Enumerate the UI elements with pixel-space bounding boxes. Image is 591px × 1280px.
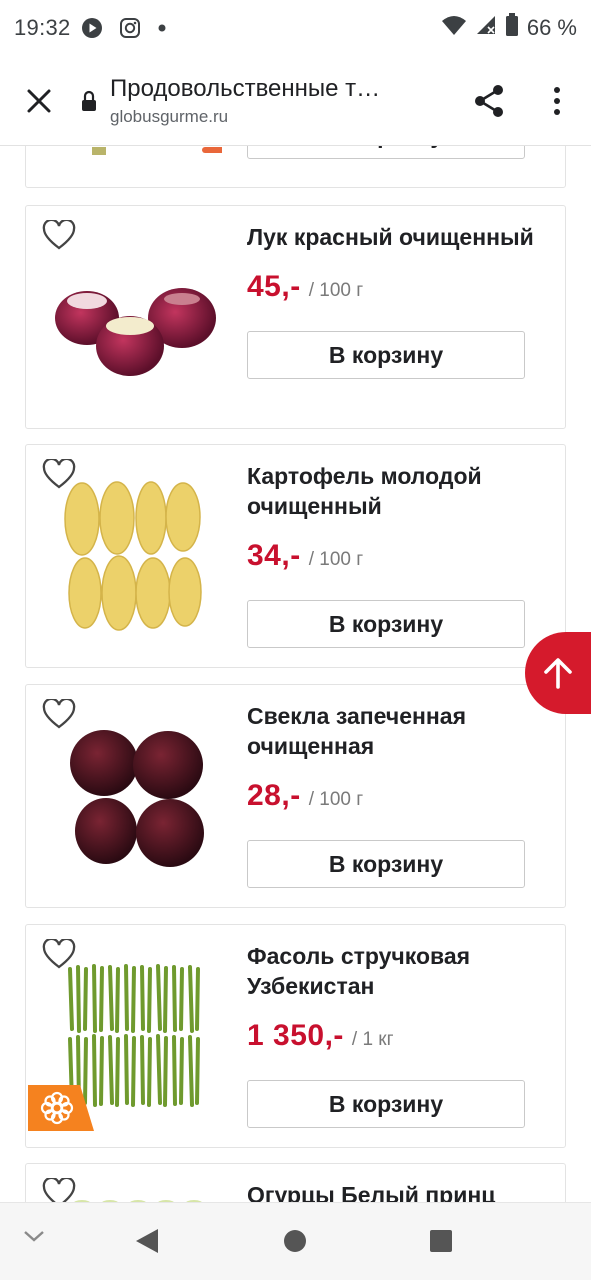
- product-card: Свекла запеченная очищенная 28,- / 100 г…: [25, 684, 566, 908]
- product-image-baked-beet: [52, 725, 222, 875]
- menu-button[interactable]: [523, 56, 591, 146]
- close-icon: [27, 89, 51, 112]
- recents-square-icon: [430, 1230, 452, 1252]
- notification-dot-icon: [157, 23, 167, 33]
- page-domain: globusgurme.ru: [110, 106, 229, 126]
- product-name[interactable]: Огурцы Белый принц: [247, 1180, 557, 1202]
- product-list: В корзину Лук красный очищенный 45,- / 1…: [0, 146, 591, 1202]
- home-circle-icon: [284, 1230, 306, 1252]
- close-tab-button[interactable]: [0, 56, 78, 146]
- price-unit: / 100 г: [308, 789, 364, 810]
- lock-icon: [78, 90, 100, 112]
- product-card: Фасоль стручковая Узбекистан 1 350,- / 1…: [25, 924, 566, 1148]
- product-badge: [28, 1085, 94, 1131]
- product-image: [52, 147, 230, 185]
- instagram-icon: [119, 17, 141, 39]
- product-price: 1 350,-: [247, 1019, 344, 1052]
- share-button[interactable]: [455, 56, 523, 146]
- chevron-down-icon: [24, 1231, 44, 1242]
- status-bar: 19:32 66 %: [0, 0, 591, 56]
- battery-icon: [505, 13, 519, 43]
- price-unit: / 100 г: [308, 549, 364, 570]
- share-icon: [475, 84, 503, 117]
- system-nav-bar: [0, 1202, 591, 1280]
- product-price: 28,-: [247, 779, 301, 812]
- product-card-partial-top: В корзину: [25, 146, 566, 188]
- battery-percent: 66 %: [526, 15, 577, 40]
- page-title: Продовольственные т…: [110, 74, 381, 102]
- price-row: 28,- / 100 г: [247, 779, 363, 813]
- product-card-partial-bottom: Огурцы Белый принц: [25, 1163, 566, 1202]
- more-vert-icon: [554, 86, 560, 115]
- wifi-icon: [441, 14, 467, 42]
- back-button[interactable]: [134, 1227, 160, 1255]
- browser-toolbar: Продовольственные т… globusgurme.ru: [0, 56, 591, 146]
- favorite-button[interactable]: [42, 218, 76, 250]
- play-icon: [81, 17, 103, 39]
- price-row: 34,- / 100 г: [247, 539, 363, 573]
- product-name[interactable]: Картофель молодой очищенный: [247, 461, 557, 521]
- price-row: 45,- / 100 г: [247, 270, 363, 304]
- product-name[interactable]: Свекла запеченная очищенная: [247, 701, 557, 761]
- heart-icon: [42, 218, 76, 250]
- product-price: 45,-: [247, 270, 301, 303]
- add-to-cart-button[interactable]: В корзину: [247, 331, 525, 379]
- url-bar[interactable]: Продовольственные т… globusgurme.ru: [110, 75, 455, 127]
- recents-button[interactable]: [429, 1229, 453, 1253]
- add-to-cart-button[interactable]: В корзину: [247, 1080, 525, 1128]
- product-name[interactable]: Лук красный очищенный: [247, 222, 557, 252]
- back-triangle-icon: [136, 1229, 158, 1253]
- price-row: 1 350,- / 1 кг: [247, 1019, 394, 1053]
- flower-icon: [28, 1085, 94, 1131]
- price-unit: / 1 кг: [351, 1029, 394, 1050]
- product-card: Картофель молодой очищенный 34,- / 100 г…: [25, 444, 566, 668]
- signal-icon: [475, 14, 497, 42]
- price-unit: / 100 г: [308, 280, 364, 301]
- product-image-peeled-potato: [52, 481, 222, 631]
- status-time: 19:32: [14, 15, 71, 40]
- product-image-red-onion: [52, 254, 222, 414]
- home-button[interactable]: [283, 1229, 307, 1253]
- hide-nav-button[interactable]: [22, 1229, 46, 1243]
- arrow-up-icon: [544, 658, 572, 689]
- add-to-cart-button[interactable]: В корзину: [247, 146, 525, 159]
- product-name[interactable]: Фасоль стручковая Узбекистан: [247, 941, 557, 1001]
- add-to-cart-button[interactable]: В корзину: [247, 600, 525, 648]
- product-price: 34,-: [247, 539, 301, 572]
- product-card: Лук красный очищенный 45,- / 100 г В кор…: [25, 205, 566, 429]
- add-to-cart-button[interactable]: В корзину: [247, 840, 525, 888]
